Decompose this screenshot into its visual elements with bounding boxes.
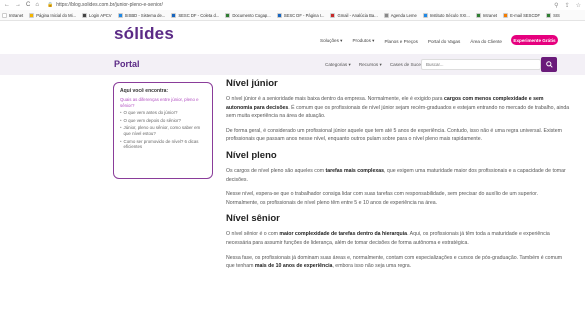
table-of-contents: Aqui você encontra: Quais as diferenças … (113, 82, 213, 179)
paragraph: Nesse nível, espera-se que o trabalhador… (226, 191, 538, 206)
toc-item-label: Como ser promovido de nível? 6 dicas efi… (123, 138, 199, 150)
bookmark-favicon-icon (475, 12, 481, 18)
bookmark-favicon-icon (546, 12, 552, 18)
bookmark-item[interactable]: Página Inicial do Mi... (29, 12, 77, 18)
url-field[interactable]: 🔒 https://blog.solides.com.br/junior-ple… (47, 2, 554, 8)
bookmark-item[interactable]: Agenda Leme (383, 12, 417, 18)
site-header: sólides Soluções ▾ Produtos ▾ Planos e P… (0, 21, 585, 54)
home-icon[interactable]: ⌂ (35, 2, 39, 8)
bookmark-item[interactable]: SESC DF - Página I... (276, 12, 325, 18)
url-text: https://blog.solides.com.br/junior-pleno… (56, 2, 163, 8)
bookmark-favicon-icon (29, 12, 35, 18)
toc-item-label: O que vem antes do júnior? (123, 110, 178, 116)
bookmark-label: SIS (553, 12, 560, 18)
nav-area-cliente[interactable]: Área do Cliente (470, 39, 502, 44)
bookmark-label: SESC DF - Coleta d... (178, 12, 220, 18)
back-icon[interactable]: ← (4, 2, 10, 8)
article-body: Nível júnior O nível júnior é a seniorid… (226, 78, 571, 277)
bookmark-favicon-icon (503, 12, 509, 18)
nav-portal-vagas[interactable]: Portal do Vagas (428, 39, 460, 44)
bookmark-favicon-icon (171, 12, 177, 18)
solides-logo[interactable]: sólides (114, 24, 174, 44)
bookmark-label: Documento Cogap... (232, 12, 271, 18)
bookmark-favicon-icon (225, 12, 231, 18)
forward-icon[interactable]: → (15, 2, 21, 8)
nav-planos[interactable]: Planos e Preços (384, 39, 417, 44)
bookmark-item[interactable]: E-mail SESCDF (503, 12, 541, 18)
bookmark-favicon-icon (276, 12, 282, 18)
bookmarks-bar: Intranet Página Inicial do Mi... Login APC… (0, 10, 585, 21)
top-nav: Soluções ▾ Produtos ▾ Planos e Preços Po… (320, 38, 502, 44)
heading-nivel-pleno: Nível pleno (226, 149, 277, 161)
bookmark-label: E-mail SESCDF (510, 12, 541, 18)
paragraph: O nível sênior é o com maior complexidad… (226, 231, 550, 246)
nav-categorias[interactable]: Categorias ▾ (325, 62, 351, 68)
reload-icon[interactable]: C (26, 2, 30, 8)
share-icon[interactable]: ⇪ (565, 2, 570, 9)
bookmark-favicon-icon (330, 12, 336, 18)
paragraph: Os cargos de nível pleno são aqueles com… (226, 167, 566, 183)
star-icon[interactable]: ☆ (576, 2, 581, 9)
bookmark-item[interactable]: SISBD - Sistema de... (117, 12, 166, 18)
paragraph: De forma geral, é considerado um profiss… (226, 127, 562, 143)
bullet-icon: • (120, 138, 122, 144)
search-button[interactable] (541, 57, 557, 72)
search-icon (545, 61, 553, 68)
portal-bar: Portal Categorias ▾ Recursos ▾ Cases de … (0, 54, 585, 75)
bookmark-favicon-icon (383, 12, 389, 18)
bookmark-label: Página Inicial do Mi... (36, 12, 77, 18)
bookmark-label: SISBD - Sistema de... (124, 12, 166, 18)
bookmark-label: Intranet (482, 12, 498, 18)
zoom-icon[interactable]: ⚲ (554, 2, 558, 9)
bookmark-item[interactable]: SIS (546, 12, 560, 18)
bookmark-favicon-icon (117, 12, 123, 18)
bookmark-item[interactable]: Intranet (475, 12, 498, 18)
bookmark-label: Agenda Leme (390, 12, 417, 18)
bookmark-item[interactable]: SESC DF - Coleta d... (171, 12, 220, 18)
nav-produtos[interactable]: Produtos ▾ (352, 38, 374, 44)
browser-address-bar: ← → C ⌂ 🔒 https://blog.solides.com.br/ju… (0, 0, 585, 10)
heading-nivel-junior: Nível júnior (226, 78, 278, 89)
portal-nav: Categorias ▾ Recursos ▾ Cases de Sucesso (325, 62, 428, 68)
paragraph: Nessa fase, os profissionais já dominam … (226, 254, 563, 270)
bookmark-item[interactable]: Documento Cogap... (225, 12, 271, 18)
toc-item-label: Júnior, pleno ou sênior, como saber em q… (123, 125, 201, 136)
bookmark-favicon-icon (2, 12, 7, 18)
bookmark-label: Login APCV (89, 12, 112, 18)
toc-item-label: O que vem depois do sênior? (123, 117, 181, 123)
bookmark-item[interactable]: Gmail - Analúcia Ba... (330, 12, 378, 18)
nav-recursos[interactable]: Recursos ▾ (359, 62, 382, 68)
search-input[interactable] (421, 59, 541, 70)
paragraph: O nível júnior é a senioridade mais baix… (226, 96, 570, 120)
bookmark-item[interactable]: Instituto Século XXI... (422, 12, 470, 18)
toc-item-label: Quais as diferenças entre júnior, pleno … (120, 97, 199, 108)
bullet-icon: • (120, 125, 122, 131)
bookmark-item[interactable]: Intranet (2, 12, 24, 18)
bullet-icon: • (120, 117, 122, 123)
bookmark-favicon-icon (82, 12, 88, 18)
bookmark-label: Intranet (9, 12, 24, 18)
bookmark-label: Instituto Século XXI... (429, 12, 470, 18)
lock-icon: 🔒 (46, 2, 54, 8)
toc-item[interactable]: • Como ser promovido de nível? 6 dicas e… (120, 139, 206, 150)
bookmark-label: Gmail - Analúcia Ba... (337, 12, 378, 18)
toc-item[interactable]: • O que vem antes do júnior? (120, 110, 206, 116)
heading-nivel-senior: Nível sênior (226, 213, 280, 225)
portal-title[interactable]: Portal (114, 59, 140, 69)
browser-nav: ← → C ⌂ (4, 2, 39, 8)
bullet-icon: • (120, 110, 122, 116)
toc-item[interactable]: • Júnior, pleno ou sênior, como saber em… (120, 125, 206, 136)
bookmark-label: SESC DF - Página I... (283, 12, 325, 18)
nav-solucoes[interactable]: Soluções ▾ (320, 38, 342, 44)
toc-item[interactable]: Quais as diferenças entre júnior, pleno … (120, 97, 206, 108)
browser-actions: ⚲ ⇪ ☆ (554, 2, 581, 9)
bookmark-item[interactable]: Login APCV (82, 12, 112, 18)
toc-item[interactable]: • O que vem depois do sênior? (120, 118, 206, 124)
experimente-gratis-button[interactable]: Experimente Grátis (511, 35, 558, 45)
toc-title: Aqui você encontra: (120, 88, 169, 94)
bookmark-favicon-icon (422, 12, 428, 18)
